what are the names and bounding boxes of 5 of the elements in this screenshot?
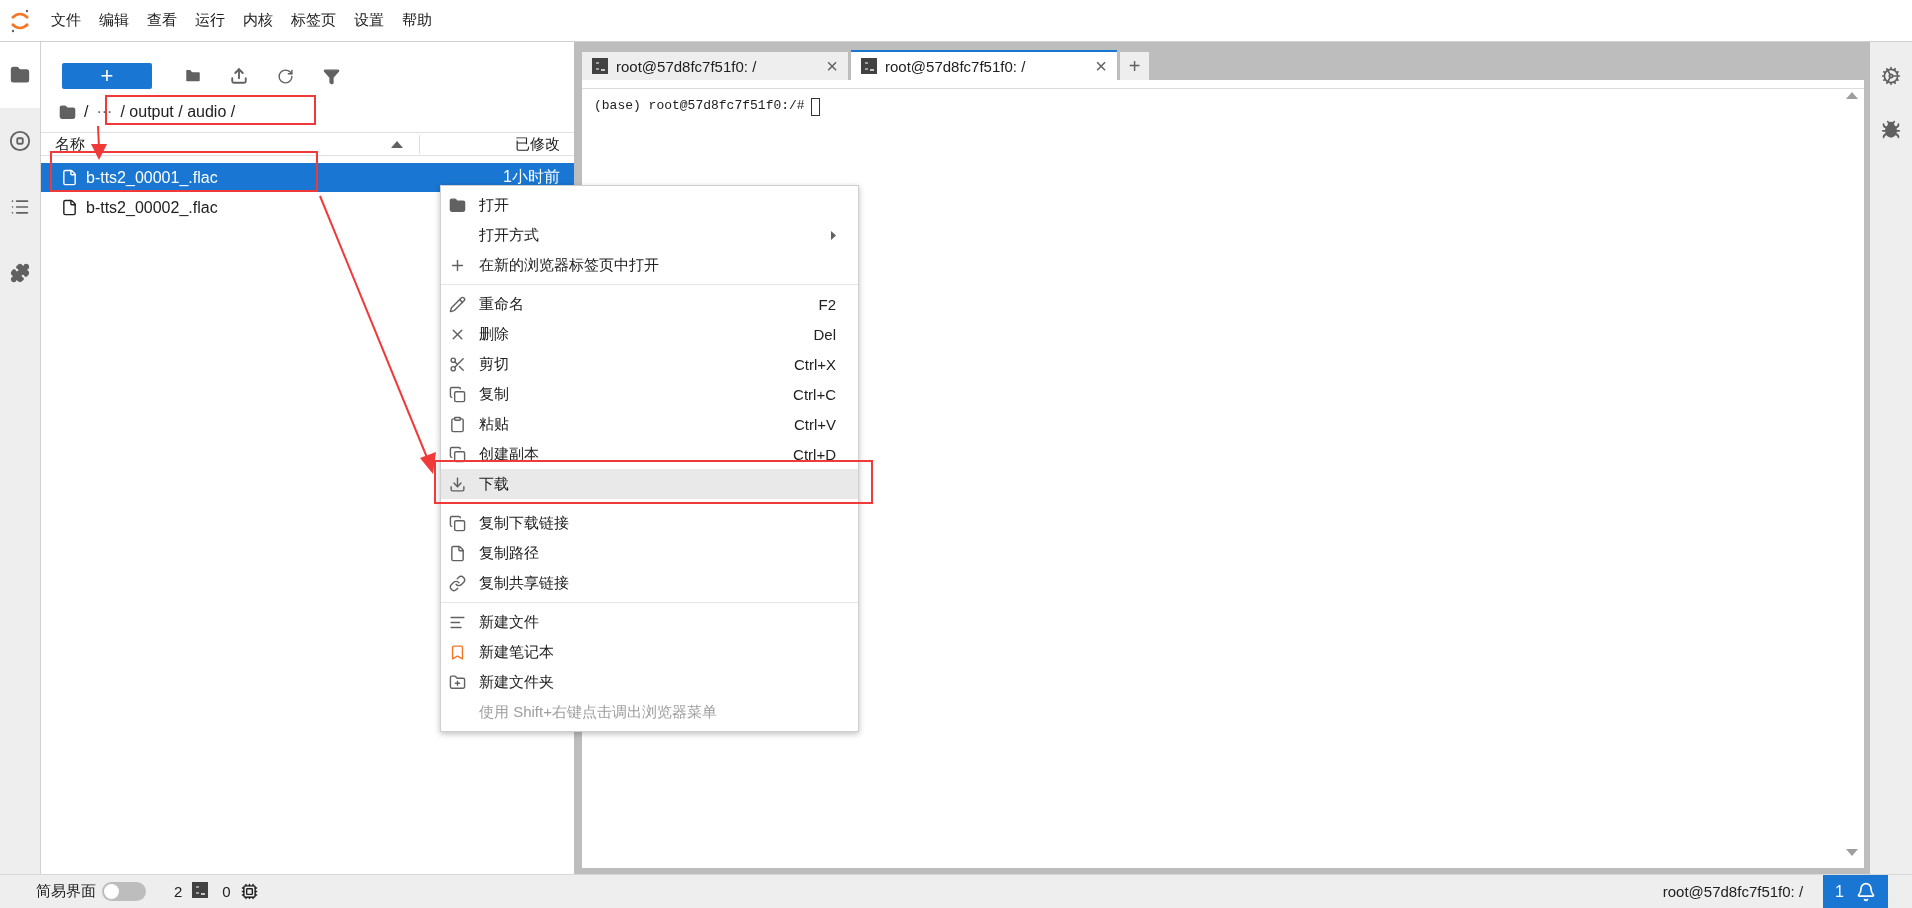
status-terminal-name: root@57d8fc7f51f0: / (1662, 883, 1804, 900)
kernel-count: 0 (222, 883, 231, 900)
terminal-count: 2 (174, 883, 183, 900)
terminal-prompt: (base) root@57d8fc7f51f0:/# (594, 98, 805, 113)
simple-mode-label: 简易界面 (36, 882, 96, 901)
